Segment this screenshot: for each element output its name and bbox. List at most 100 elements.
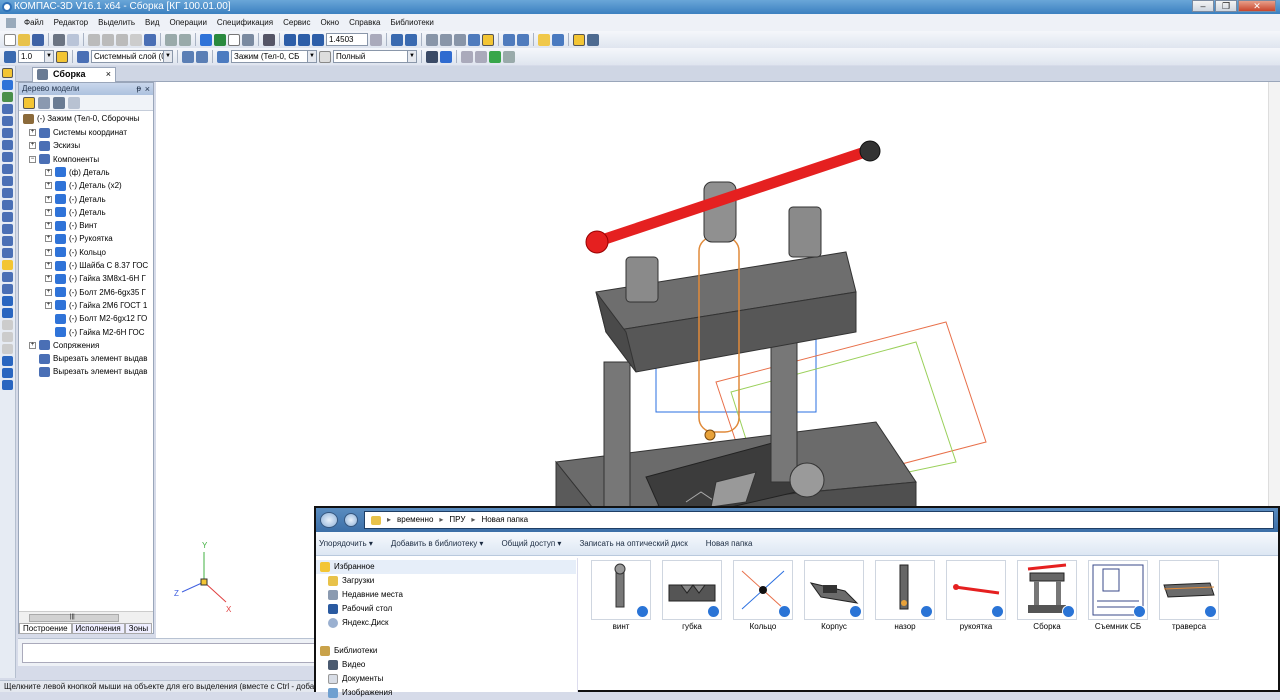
shaded-icon[interactable] <box>468 33 480 46</box>
part-select[interactable]: Зажим (Тел-0, СБ ▼ <box>231 50 317 63</box>
menu-view[interactable]: Вид <box>140 18 164 27</box>
breadcrumb-item[interactable]: временно <box>397 512 433 528</box>
tab-assembly[interactable]: Сборка × <box>32 67 116 82</box>
tab-versions[interactable]: Исполнения <box>71 623 125 634</box>
manager-icon[interactable] <box>200 33 212 46</box>
component-icon[interactable] <box>217 50 229 63</box>
tab-construction[interactable]: Построение <box>19 623 72 634</box>
shaded-edges-icon[interactable] <box>482 33 494 46</box>
tree-node[interactable]: + (-) Винт <box>45 219 97 232</box>
tree-node[interactable]: + (-) Деталь <box>45 193 106 206</box>
tree-node[interactable]: + (-) Болт 2М6-6gx35 Г <box>45 286 146 299</box>
edit-assembly-icon[interactable] <box>2 68 13 78</box>
undo-icon[interactable] <box>165 33 177 46</box>
expand-toggle-icon[interactable]: + <box>29 142 36 150</box>
perspective-icon[interactable] <box>503 33 515 46</box>
open-folder-icon[interactable] <box>18 33 30 46</box>
tree-node[interactable]: (-) Гайка М2-6Н ГОС <box>45 326 144 339</box>
copy-icon[interactable] <box>102 33 114 46</box>
close-button[interactable]: ✕ <box>1238 0 1276 12</box>
tree-node[interactable]: + (-) Кольцо <box>45 246 106 259</box>
variables-icon[interactable] <box>214 33 226 46</box>
marking-icon[interactable] <box>2 380 13 390</box>
menu-libraries[interactable]: Библиотеки <box>385 18 438 27</box>
library-icon[interactable] <box>2 260 13 270</box>
file-tile[interactable]: траверса <box>1154 558 1224 638</box>
rotate-icon[interactable] <box>391 33 403 46</box>
pan-icon[interactable] <box>405 33 417 46</box>
file-tile[interactable]: рукоятка <box>941 558 1011 638</box>
nav-desktop[interactable]: Рабочий стол <box>328 602 392 616</box>
breadcrumb-item[interactable]: Новая папка <box>481 512 528 528</box>
tree-node[interactable]: Вырезать элемент выдав <box>29 365 147 378</box>
add-to-library-button[interactable]: Добавить в библиотеку ▾ <box>391 539 484 548</box>
orientation-icon[interactable] <box>426 33 438 46</box>
pipes-icon[interactable] <box>2 284 13 294</box>
sheet-metal-icon[interactable] <box>2 296 13 306</box>
surfaces-icon[interactable] <box>2 116 13 126</box>
file-tile[interactable]: Кольцо <box>728 558 798 638</box>
tree-node[interactable]: + Системы координат <box>29 126 127 139</box>
tree-node[interactable]: + Сопряжения <box>29 339 99 352</box>
material-icon[interactable] <box>426 50 438 63</box>
cut-extrude-icon[interactable] <box>2 248 13 258</box>
layer-select[interactable]: Системный слой (0) ▼ <box>91 50 173 63</box>
scroll-thumb[interactable]: ||| <box>29 614 119 622</box>
check-icon[interactable] <box>489 50 501 63</box>
expand-toggle-icon[interactable]: + <box>45 288 52 296</box>
tree-node[interactable]: + Эскизы <box>29 139 80 152</box>
pin-icon[interactable]: ᵽ <box>137 83 141 95</box>
format-icon[interactable] <box>130 33 142 46</box>
tree-node[interactable]: + (-) Гайка 3М8х1-6Н Г <box>45 272 146 285</box>
expand-toggle-icon[interactable]: + <box>45 235 52 243</box>
menu-file[interactable]: Файл <box>19 18 49 27</box>
library-manager-icon[interactable] <box>242 33 254 46</box>
restore-button[interactable]: ❐ <box>1215 0 1237 12</box>
redo-icon[interactable] <box>179 33 191 46</box>
tree-filter-icon[interactable] <box>68 96 80 109</box>
snap-icon[interactable] <box>552 33 564 46</box>
expand-toggle-icon[interactable]: − <box>29 155 36 163</box>
tree-horizontal-scrollbar[interactable]: ||| <box>19 611 153 623</box>
arrays-icon[interactable] <box>2 128 13 138</box>
cut-icon[interactable] <box>88 33 100 46</box>
expand-toggle-icon[interactable]: + <box>45 182 52 190</box>
annotation-icon[interactable] <box>2 368 13 378</box>
zoom-window-icon[interactable] <box>284 33 296 46</box>
nav-favorites[interactable]: Избранное <box>320 560 375 574</box>
file-tile[interactable]: винт <box>586 558 656 638</box>
tree-node[interactable]: + (-) Гайка 2М6 ГОСТ 1 <box>45 299 147 312</box>
print-icon[interactable] <box>53 33 65 46</box>
menu-help[interactable]: Справка <box>344 18 385 27</box>
section-icon[interactable] <box>517 33 529 46</box>
expand-toggle-icon[interactable]: + <box>45 262 52 269</box>
breadcrumb-item[interactable]: ПРУ <box>449 512 465 528</box>
layer-icon[interactable] <box>77 50 89 63</box>
hidden-lines-icon[interactable] <box>454 33 466 46</box>
file-tile[interactable]: Корпус <box>799 558 869 638</box>
measure-icon[interactable] <box>475 50 487 63</box>
step-field[interactable]: 1.0 ▼ <box>18 50 54 63</box>
tree-node[interactable]: + (-) Рукоятка <box>45 232 113 245</box>
weld-icon[interactable] <box>2 308 13 318</box>
nav-libraries[interactable]: Библиотеки <box>320 644 377 658</box>
add-component-icon[interactable] <box>2 80 13 90</box>
step-cursor-icon[interactable] <box>4 50 16 63</box>
extrude-icon[interactable] <box>2 236 13 246</box>
expand-toggle-icon[interactable]: + <box>29 341 36 349</box>
color-icon[interactable] <box>196 50 208 63</box>
burn-button[interactable]: Записать на оптический диск <box>579 539 687 548</box>
panel-close-icon[interactable]: × <box>145 83 150 95</box>
breadcrumb[interactable]: ▸ временно ▸ ПРУ ▸ Новая папка <box>364 511 1274 529</box>
reports-icon[interactable] <box>2 200 13 210</box>
fasteners-icon[interactable] <box>2 272 13 282</box>
file-tile[interactable]: Сборка <box>1012 558 1082 638</box>
tree-node[interactable]: (-) Болт М2-6gx12 ГО <box>45 312 147 325</box>
tree-view-mode-icon[interactable] <box>38 96 50 109</box>
nav-video[interactable]: Видео <box>328 658 365 672</box>
style-select[interactable]: Полный ▼ <box>333 50 417 63</box>
expand-toggle-icon[interactable]: + <box>45 168 52 176</box>
tree-icon[interactable] <box>587 33 599 46</box>
mates-icon[interactable] <box>2 152 13 162</box>
fx-icon[interactable] <box>228 33 240 46</box>
